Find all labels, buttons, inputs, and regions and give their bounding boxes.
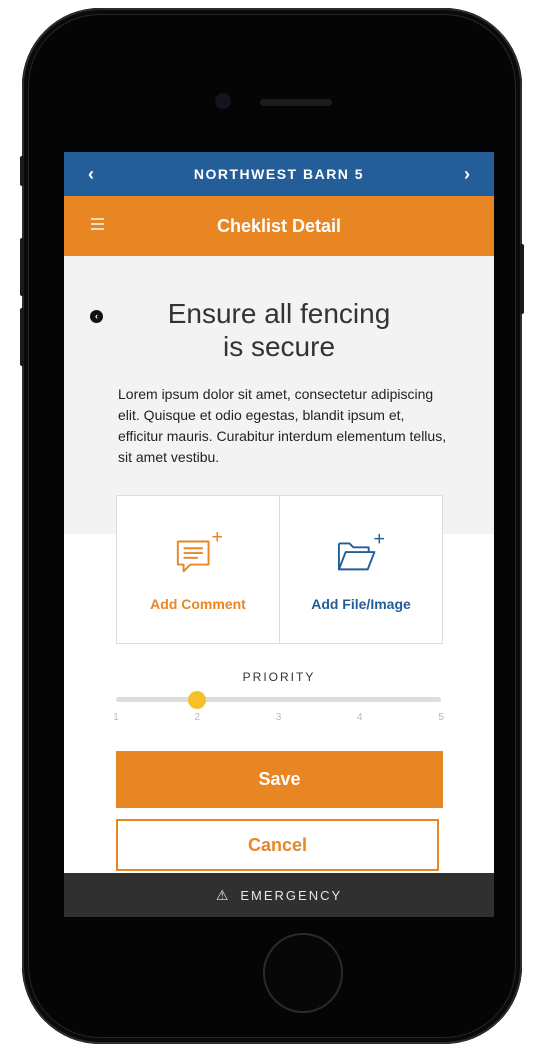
priority-slider-thumb[interactable]: [188, 691, 207, 709]
earpiece-speaker: [260, 99, 332, 106]
save-button[interactable]: Save: [116, 751, 443, 808]
title-line-1: Ensure all fencing: [167, 298, 391, 329]
add-file-image-label: Add File/Image: [311, 596, 411, 612]
action-cards: Add Comment Add File/Image: [116, 495, 443, 644]
volume-down-button: [20, 308, 24, 366]
home-button[interactable]: [263, 933, 343, 1013]
checklist-item-description: Lorem ipsum dolor sit amet, consectetur …: [118, 386, 447, 465]
location-title: NORTHWEST BARN 5: [193, 166, 365, 182]
priority-tick-3: 3: [275, 712, 282, 723]
priority-tick-2: 2: [194, 712, 201, 723]
priority-label: PRIORITY: [242, 670, 316, 684]
back-circle-icon[interactable]: ‹: [90, 310, 103, 323]
checklist-item-title: Ensure all fencing is secure: [124, 297, 434, 363]
priority-slider-track[interactable]: [116, 697, 441, 702]
priority-tick-1: 1: [113, 712, 119, 723]
priority-tick-labels: 1 2 3 4 5: [113, 712, 444, 726]
toolbar: Cheklist Detail: [64, 196, 494, 256]
page-title: Cheklist Detail: [216, 215, 342, 236]
folder-plus-icon: [337, 533, 385, 571]
comment-plus-icon: [176, 531, 222, 573]
hamburger-menu-icon[interactable]: [91, 218, 104, 233]
volume-up-button: [20, 238, 24, 296]
power-button: [520, 244, 524, 314]
cancel-button[interactable]: Cancel: [116, 819, 439, 871]
emergency-bar[interactable]: ⚠ EMERGENCY: [64, 873, 494, 917]
warning-triangle-icon: ⚠: [215, 886, 229, 903]
emergency-label: EMERGENCY: [240, 887, 343, 903]
priority-tick-4: 4: [356, 712, 363, 723]
front-camera: [215, 93, 231, 109]
location-bar: ‹ NORTHWEST BARN 5 ›: [64, 152, 494, 196]
title-line-2: is secure: [222, 331, 336, 362]
mute-switch: [20, 156, 24, 186]
app-screen: ‹ NORTHWEST BARN 5 › Cheklist Detail ‹ E…: [64, 152, 494, 917]
add-file-image-button[interactable]: Add File/Image: [279, 496, 442, 643]
add-comment-label: Add Comment: [150, 596, 246, 612]
priority-tick-5: 5: [438, 712, 444, 723]
add-comment-button[interactable]: Add Comment: [117, 496, 279, 643]
chevron-right-icon[interactable]: ›: [464, 164, 470, 184]
chevron-left-icon[interactable]: ‹: [88, 164, 94, 184]
